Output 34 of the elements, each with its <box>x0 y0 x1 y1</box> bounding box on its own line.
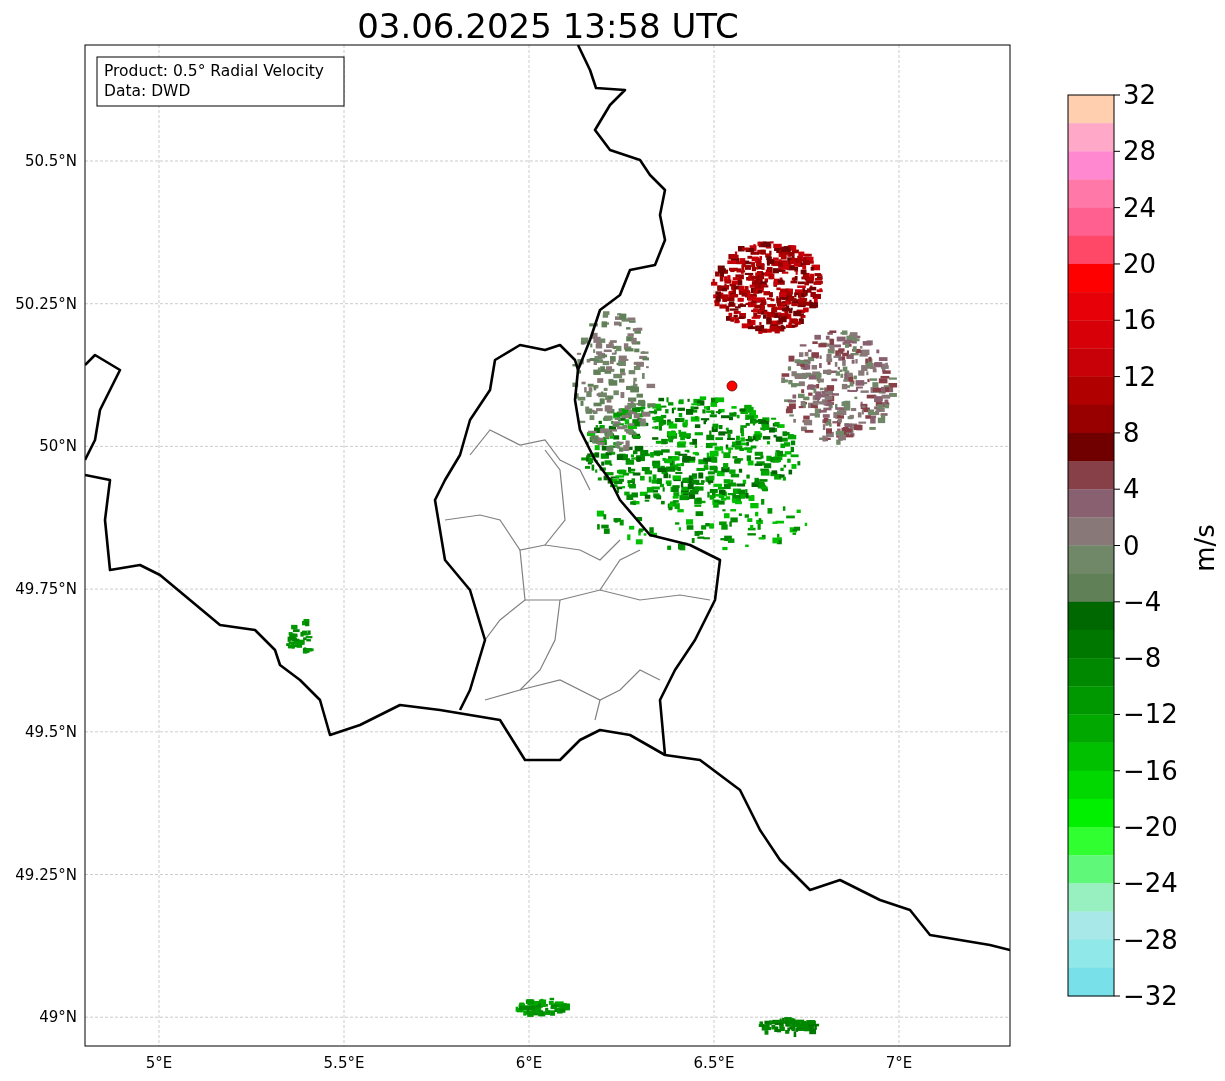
colorbar-label: m/s <box>1190 524 1220 572</box>
longitude-label: 5.5°E <box>323 1054 365 1072</box>
longitude-label: 6.5°E <box>693 1054 735 1072</box>
colorbar-tick-label: −12 <box>1123 699 1178 730</box>
latitude-label: 50°N <box>39 437 77 456</box>
colorbar-tick-label: −8 <box>1123 643 1162 674</box>
colorbar-tick-label: 28 <box>1123 136 1157 167</box>
colorbar-tick-label: −16 <box>1123 755 1178 786</box>
colorbar-tick-label: 12 <box>1123 361 1157 392</box>
colorbar-tick-label: −32 <box>1123 981 1178 1011</box>
chart-title: 03.06.2025 13:58 UTC <box>357 6 739 46</box>
latitude-label: 49.5°N <box>24 722 77 741</box>
colorbar-tick-label: −4 <box>1123 586 1162 617</box>
colorbar-tick-label: 24 <box>1123 192 1157 223</box>
latitude-label: 50.5°N <box>24 152 77 170</box>
longitude-label: 6°E <box>515 1054 543 1072</box>
latitude-label: 49°N <box>39 1008 77 1027</box>
colorbar-tick-label: 4 <box>1123 474 1140 505</box>
colorbar-tick-label: 8 <box>1123 417 1140 448</box>
colorbar-tick-label: −20 <box>1123 812 1178 843</box>
info-text: Product: 0.5° Radial Velocity <box>104 62 324 80</box>
colorbar-tick-label: 20 <box>1123 248 1157 279</box>
longitude-label: 5°E <box>145 1054 173 1072</box>
colorbar-tick-label: 0 <box>1123 530 1140 561</box>
latitude-label: 49.25°N <box>15 865 77 884</box>
colorbar-tick-label: 16 <box>1123 305 1157 336</box>
latitude-label: 49.75°N <box>15 580 77 599</box>
radar-site-marker <box>726 380 738 392</box>
longitude-label: 7°E <box>885 1054 913 1072</box>
colorbar-tick-label: −28 <box>1123 924 1178 955</box>
colorbar-tick-label: 32 <box>1123 80 1157 110</box>
info-text: Data: DWD <box>104 82 191 100</box>
latitude-label: 50.25°N <box>15 294 77 313</box>
colorbar-tick-label: −24 <box>1123 868 1178 899</box>
